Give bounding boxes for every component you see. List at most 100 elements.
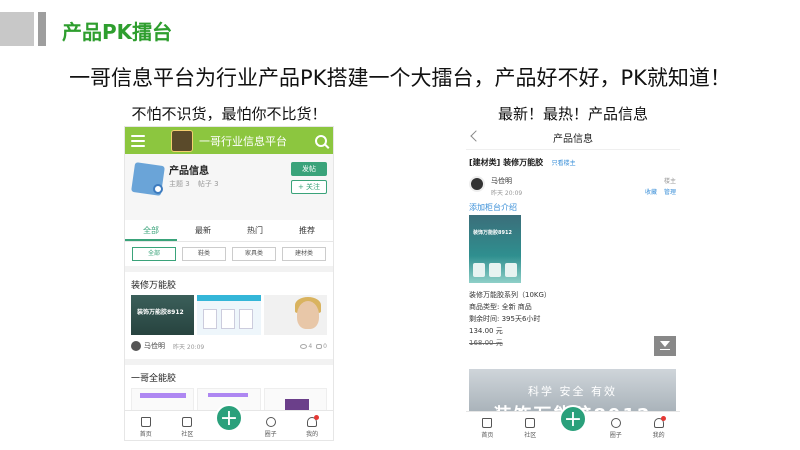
bottom-nav: 首页 社区 + 圈子 我的: [125, 404, 333, 440]
nav-circle[interactable]: 圈子: [594, 418, 637, 441]
thumbnail-image[interactable]: 装饰万能胶8912: [131, 295, 195, 335]
chip-shoes[interactable]: 鞋类: [182, 247, 226, 261]
home-icon: [482, 418, 493, 428]
nav-home[interactable]: 首页: [466, 418, 509, 441]
plus-button[interactable]: +: [214, 404, 243, 432]
circle-icon: [610, 418, 621, 428]
thread-author: 马俭明 昨天 20:09 楼主 收藏 管理: [466, 168, 680, 198]
nav-label: 圈子: [264, 431, 277, 438]
nav-me[interactable]: 我的: [291, 415, 333, 440]
post-title[interactable]: 装修万能胶: [131, 278, 327, 291]
forum-header: 产品信息 主题 3 帖子 3 发帖 + 关注: [125, 154, 333, 220]
only-owner-link[interactable]: 只看楼主: [552, 160, 576, 167]
gear-icon: [153, 184, 163, 194]
forum-stats: 主题 3 帖子 3: [169, 179, 225, 189]
plus-button[interactable]: +: [558, 405, 587, 433]
avatar[interactable]: [469, 176, 485, 192]
nav-label: 我的: [306, 431, 319, 438]
circle-icon: [265, 417, 276, 427]
left-phone-screen: 一哥行业信息平台 产品信息 主题 3 帖子 3 发帖 + 关注 全部 最新 热门…: [124, 126, 334, 441]
chip-all[interactable]: 全部: [132, 247, 176, 261]
decorative-bar: [38, 12, 46, 46]
detail-title: 产品信息: [553, 134, 593, 145]
thread-actions: 收藏 管理: [640, 187, 676, 196]
tab-all[interactable]: 全部: [125, 220, 177, 241]
nav-label: 社区: [181, 431, 194, 438]
detail-bar: 产品信息: [466, 126, 680, 150]
favorite-button[interactable]: 收藏: [645, 189, 657, 196]
manage-button[interactable]: 管理: [664, 189, 676, 196]
product-description: 装修万能胶系列（10KG） 商品类型: 全新 商品 剩余时间: 395天6小时 …: [466, 283, 680, 349]
post-thumbnails: 装饰万能胶8912: [131, 295, 327, 335]
app-title: 一哥行业信息平台: [199, 134, 287, 148]
right-phone-screen: 产品信息 [建材类] 装修万能胶 只看楼主 马俭明 昨天 20:09 楼主 收藏…: [466, 126, 680, 441]
remaining-time: 剩余时间: 395天6小时: [469, 315, 541, 323]
notification-dot: [313, 415, 319, 420]
product-name: 装修万能胶系列（10KG）: [469, 291, 551, 299]
nav-label: 社区: [524, 432, 537, 439]
topic-count: 主题 3: [169, 180, 190, 188]
post-button[interactable]: 发帖: [291, 162, 327, 176]
follow-button[interactable]: + 关注: [291, 180, 327, 194]
view-count: 4: [308, 342, 313, 350]
nav-label: 首页: [139, 431, 152, 438]
app-bar: 一哥行业信息平台: [125, 127, 333, 154]
app-logo: [171, 129, 193, 152]
list-item[interactable]: 装修万能胶 装饰万能胶8912 马俭明 昨天 20:09 4 0: [125, 272, 333, 353]
tab-hot[interactable]: 热门: [229, 220, 281, 241]
nav-plus: +: [552, 405, 595, 441]
caption-left: 不怕不识货，最怕你不比货！: [131, 105, 327, 123]
thumbnail-image[interactable]: [197, 295, 261, 335]
nav-me[interactable]: 我的: [637, 416, 680, 441]
author-name: 马俭明: [491, 177, 512, 185]
chip-building-materials[interactable]: 建材类: [282, 247, 326, 261]
nav-circle[interactable]: 圈子: [250, 417, 292, 440]
product-price: 134.00 元: [469, 327, 503, 335]
home-icon: [140, 417, 151, 427]
product-image-text: 装饰万能胶8912: [473, 230, 512, 236]
post-count: 帖子 3: [197, 180, 219, 188]
nav-plus: +: [208, 404, 250, 440]
tab-latest[interactable]: 最新: [177, 220, 229, 241]
nav-label: 首页: [481, 432, 494, 439]
community-icon: [182, 417, 193, 427]
product-type: 商品类型: 全新 商品: [469, 303, 532, 311]
thread-category: [建材类] 装修万能胶: [469, 158, 544, 167]
thumbnail-text: 装饰万能胶8912: [137, 309, 184, 316]
category-chips: 全部 鞋类 家具类 建材类: [125, 242, 333, 272]
add-counter-link[interactable]: 添加柜台介绍: [466, 198, 680, 213]
bottom-nav: 首页 社区 + 圈子 我的: [466, 405, 680, 441]
forum-name: 产品信息: [169, 166, 209, 177]
chip-furniture[interactable]: 家具类: [232, 247, 276, 261]
post-meta: 马俭明 昨天 20:09 4 0: [131, 339, 327, 353]
notification-dot: [660, 416, 666, 421]
community-icon: [525, 418, 536, 428]
menu-icon[interactable]: [131, 134, 145, 147]
nav-label: 我的: [652, 432, 665, 439]
nav-home[interactable]: 首页: [125, 417, 167, 440]
tab-recommended[interactable]: 推荐: [281, 220, 333, 241]
nav-community[interactable]: 社区: [509, 418, 552, 441]
eye-icon: [300, 343, 308, 349]
thumbnail-image[interactable]: [263, 295, 327, 335]
post-time: 昨天 20:09: [491, 190, 523, 197]
comment-count: 0: [323, 342, 327, 350]
nav-label: 圈子: [609, 432, 622, 439]
avatar: [131, 341, 141, 351]
product-image[interactable]: 装饰万能胶8912: [469, 215, 521, 283]
nav-community[interactable]: 社区: [167, 417, 209, 440]
caption-right: 最新！最热！产品信息: [497, 105, 648, 123]
search-icon[interactable]: [315, 134, 327, 147]
post-time: 昨天 20:09: [173, 343, 205, 351]
thread-header: [建材类] 装修万能胶 只看楼主: [466, 150, 680, 168]
comment-icon: [316, 343, 323, 349]
scroll-top-button[interactable]: [654, 336, 676, 356]
slide-title: 产品PK擂台: [62, 20, 173, 44]
owner-badge: 楼主: [663, 178, 676, 185]
slide-headline: 一哥信息平台为行业产品PK搭建一个大擂台，产品好不好，PK就知道！: [69, 66, 731, 90]
decorative-block: [0, 12, 34, 46]
forum-tabs: 全部 最新 热门 推荐: [125, 220, 333, 242]
banner-tagline: 科学 安全 有效: [528, 385, 617, 398]
post-title[interactable]: 一哥全能胶: [131, 371, 327, 384]
original-price: 168.00 元: [469, 339, 503, 347]
